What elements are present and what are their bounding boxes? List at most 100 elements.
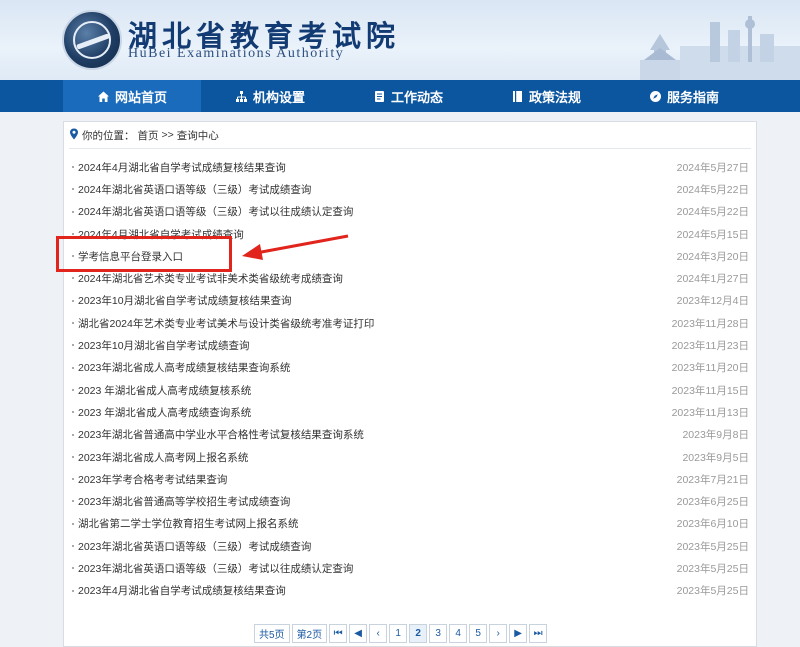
book-icon [511, 90, 524, 103]
list-item-link[interactable]: 2024年4月湖北省自学考试成绩复核结果查询 [78, 160, 286, 175]
page-2-button[interactable]: 2 [409, 624, 428, 643]
list-item[interactable]: 2023年湖北省英语口语等级（三级）考试成绩查询 2023年5月25日 [72, 535, 749, 557]
city-skyline-illustration [640, 16, 800, 80]
nav-item-policies[interactable]: 政策法规 [477, 80, 615, 112]
list-item[interactable]: 湖北省第二学士学位教育招生考试网上报名系统 2023年6月10日 [72, 513, 749, 535]
bullet-dot-icon [72, 322, 74, 325]
page-1-button[interactable]: 1 [389, 624, 408, 643]
next-page-button[interactable]: › [489, 624, 508, 643]
list-item[interactable]: 2024年4月湖北省自学考试成绩复核结果查询 2024年5月27日 [72, 156, 749, 178]
list-item[interactable]: 湖北省2024年艺术类专业考试美术与设计类省级统考准考证打印 2023年11月28… [72, 312, 749, 334]
nav-label: 政策法规 [528, 89, 581, 105]
list-item[interactable]: 2023 年湖北省成人高考成绩复核系统 2023年11月15日 [72, 379, 749, 401]
list-item-date: 2024年5月15日 [676, 228, 749, 241]
first-page-button[interactable]: ⏮ [329, 624, 348, 643]
nav-item-home[interactable]: 网站首页 [63, 80, 201, 112]
list-item[interactable]: 2023年4月湖北省自学考试成绩复核结果查询 2023年5月25日 [72, 580, 749, 602]
home-icon [97, 90, 110, 103]
list-item-date: 2023年11月15日 [671, 384, 749, 397]
nav-item-service-guide[interactable]: 服务指南 [615, 80, 753, 112]
list-item-link[interactable]: 2023年湖北省英语口语等级（三级）考试以往成绩认定查询 [78, 561, 353, 576]
list-item-link[interactable]: 2024年湖北省英语口语等级（三级）考试以往成绩认定查询 [78, 204, 353, 219]
page-4-button[interactable]: 4 [449, 624, 468, 643]
list-item-link[interactable]: 2024年湖北省艺术类专业考试非美术类省级统考成绩查询 [78, 271, 343, 286]
list-item-date: 2023年9月8日 [682, 429, 749, 442]
breadcrumb-home-link[interactable]: 首页 [138, 128, 159, 143]
list-item-link[interactable]: 2023年4月湖北省自学考试成绩复核结果查询 [78, 583, 286, 598]
prev-group-button[interactable]: ◀ [349, 624, 368, 643]
list-item[interactable]: 2023年湖北省成人高考成绩复核结果查询系统 2023年11月20日 [72, 357, 749, 379]
highlight-box-annotation [56, 236, 232, 272]
list-item-link[interactable]: 2023 年湖北省成人高考成绩复核系统 [78, 383, 251, 398]
total-pages-label: 共5页 [254, 624, 290, 643]
list-item[interactable]: 2023年湖北省普通高中学业水平合格性考试复核结果查询系统 2023年9月8日 [72, 424, 749, 446]
list-item[interactable]: 2023年湖北省普通高等学校招生考试成绩查询 2023年6月25日 [72, 490, 749, 512]
list-item-date: 2023年11月28日 [671, 317, 749, 330]
divider [69, 148, 751, 149]
bullet-dot-icon [72, 210, 74, 213]
location-pin-icon [69, 128, 79, 143]
list-item-link[interactable]: 2023年湖北省英语口语等级（三级）考试成绩查询 [78, 539, 311, 554]
list-item-date: 2024年5月27日 [676, 161, 749, 174]
bullet-dot-icon [72, 188, 74, 191]
list-item-date: 2023年9月5日 [682, 451, 749, 464]
breadcrumb-prefix: 你的位置： [82, 129, 135, 142]
bullet-dot-icon [72, 166, 74, 168]
list-item[interactable]: 2024年湖北省英语口语等级（三级）考试以往成绩认定查询 2024年5月22日 [72, 201, 749, 223]
bullet-dot-icon [72, 232, 74, 235]
list-item[interactable]: 2023年湖北省成人高考网上报名系统 2023年9月5日 [72, 446, 749, 468]
bullet-dot-icon [72, 366, 74, 369]
site-header: 湖北省教育考试院 HuBei Examinations Authority [0, 0, 800, 80]
current-page-label: 第2页 [291, 624, 328, 643]
list-item[interactable]: 2023年10月湖北省自学考试成绩复核结果查询 2023年12月4日 [72, 290, 749, 312]
last-page-button[interactable]: ⏭ [529, 624, 548, 643]
list-item[interactable]: 2023年湖北省英语口语等级（三级）考试以往成绩认定查询 2023年5月25日 [72, 557, 749, 579]
page-5-button[interactable]: 5 [469, 624, 488, 643]
list-item-date: 2023年5月25日 [676, 585, 749, 598]
breadcrumb: 你的位置： 首页 >> 查询中心 [69, 127, 219, 143]
list-item-link[interactable]: 2023年湖北省成人高考网上报名系统 [78, 450, 248, 465]
list-item[interactable]: 2024年湖北省英语口语等级（三级）考试成绩查询 2024年5月22日 [72, 178, 749, 200]
nav-label: 机构设置 [252, 89, 305, 105]
bullet-dot-icon [72, 299, 74, 302]
page-3-button[interactable]: 3 [429, 624, 448, 643]
next-group-button[interactable]: ▶ [509, 624, 528, 643]
bullet-dot-icon [72, 433, 74, 436]
list-item-date: 2023年5月25日 [676, 540, 749, 553]
list-item-date: 2023年12月4日 [676, 295, 749, 308]
authority-logo[interactable] [62, 10, 122, 70]
list-item-link[interactable]: 2024年湖北省英语口语等级（三级）考试成绩查询 [78, 182, 311, 197]
nav-label: 工作动态 [390, 89, 443, 105]
list-item-date: 2024年1月27日 [676, 273, 749, 286]
list-item-link[interactable]: 2023年10月湖北省自学考试成绩查询 [78, 338, 250, 353]
bullet-dot-icon [72, 344, 74, 347]
site-subtitle: HuBei Examinations Authority [128, 46, 345, 61]
bullet-dot-icon [72, 388, 74, 391]
list-item-date: 2024年5月22日 [676, 206, 749, 219]
list-item-link[interactable]: 湖北省2024年艺术类专业考试美术与设计类省级统考准考证打印 [78, 316, 374, 331]
list-item[interactable]: 2023年学考合格考考试结果查询 2023年7月21日 [72, 468, 749, 490]
bullet-dot-icon [72, 567, 74, 570]
nav-item-organization[interactable]: 机构设置 [201, 80, 339, 112]
list-item-link[interactable]: 2023年湖北省普通高中学业水平合格性考试复核结果查询系统 [78, 427, 364, 442]
list-item-date: 2023年5月25日 [676, 562, 749, 575]
list-item-link[interactable]: 湖北省第二学士学位教育招生考试网上报名系统 [78, 516, 299, 531]
compass-icon [649, 90, 662, 103]
list-item-date: 2023年11月20日 [671, 362, 749, 375]
list-item-link[interactable]: 2023年湖北省普通高等学校招生考试成绩查询 [78, 494, 290, 509]
bullet-dot-icon [72, 522, 74, 525]
list-item-link[interactable]: 2023 年湖北省成人高考成绩查询系统 [78, 405, 251, 420]
list-item-link[interactable]: 2023年学考合格考考试结果查询 [78, 472, 227, 487]
prev-page-button[interactable]: ‹ [369, 624, 388, 643]
list-item[interactable]: 2023年10月湖北省自学考试成绩查询 2023年11月23日 [72, 334, 749, 356]
bullet-dot-icon [72, 589, 74, 592]
red-arrow-annotation [242, 234, 349, 260]
list-item-link[interactable]: 2023年10月湖北省自学考试成绩复核结果查询 [78, 293, 292, 308]
main-nav: 网站首页 机构设置 工作动态 政策法规 服务指南 [0, 80, 800, 112]
list-item-date: 2024年3月20日 [676, 250, 749, 263]
breadcrumb-current: 查询中心 [176, 129, 219, 142]
nav-item-work-news[interactable]: 工作动态 [339, 80, 477, 112]
list-item[interactable]: 2023 年湖北省成人高考成绩查询系统 2023年11月13日 [72, 401, 749, 423]
query-list: 2024年4月湖北省自学考试成绩复核结果查询 2024年5月27日 2024年湖北省… [72, 156, 749, 602]
list-item-link[interactable]: 2023年湖北省成人高考成绩复核结果查询系统 [78, 360, 290, 375]
